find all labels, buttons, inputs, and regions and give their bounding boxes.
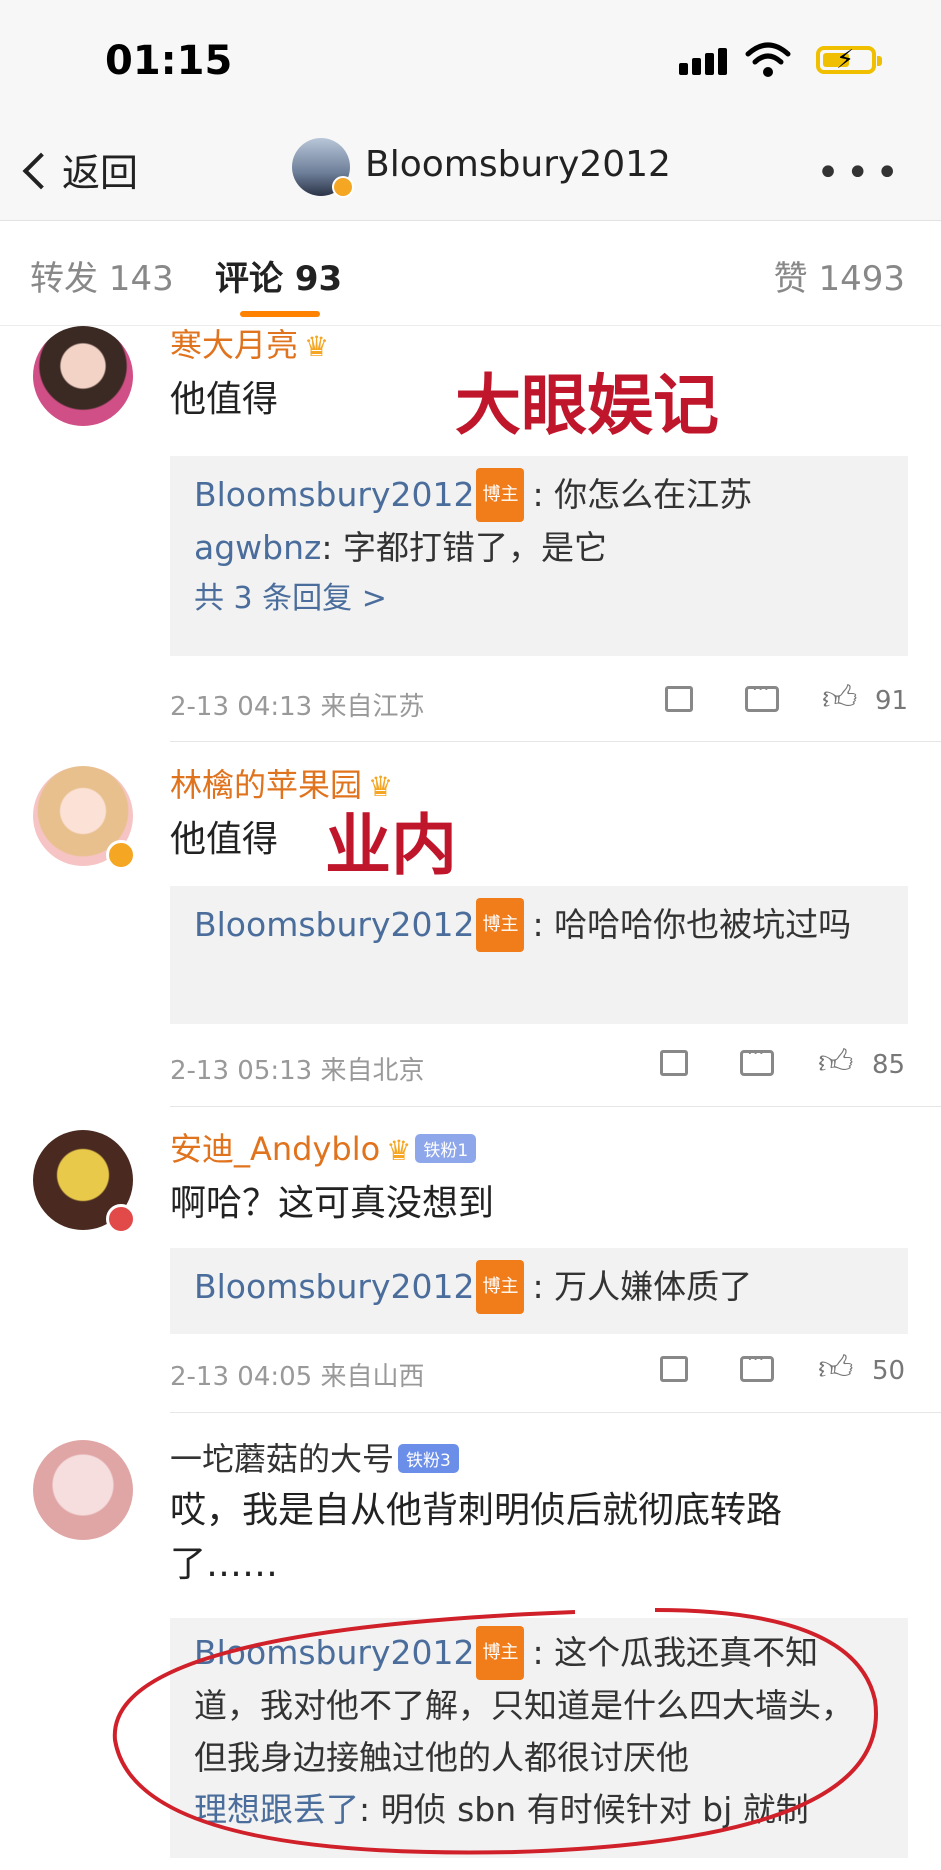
chevron-left-icon	[22, 152, 60, 190]
reply-text: : 你怎么在江苏	[532, 475, 753, 514]
back-button[interactable]: 返回	[22, 142, 139, 197]
page-title[interactable]: Bloomsbury2012	[365, 144, 671, 185]
tab-reposts[interactable]: 转发 143	[30, 251, 174, 300]
comment-icon[interactable]	[740, 1349, 774, 1382]
comment-text: 哎，我是自从他背刺明侦后就彻底转路了……	[170, 1490, 783, 1585]
red-circle-annotation	[112, 1608, 878, 1855]
reply-author[interactable]: Bloomsbury2012	[194, 475, 474, 514]
author-name: 安迪_Andyblo	[170, 1130, 381, 1168]
signal-icon	[679, 48, 731, 75]
comment-text: 啊哈？这可真没想到	[170, 1183, 495, 1224]
host-badge: 博主	[476, 1260, 525, 1314]
avatar[interactable]	[292, 138, 354, 198]
thumbs-up-icon[interactable]: 👍︎	[818, 1348, 854, 1389]
divider	[170, 1412, 941, 1413]
reply-line: agwbnz: 字都打错了，是它	[194, 522, 884, 574]
comment-text: 他值得	[170, 819, 279, 860]
reply-box[interactable]: Bloomsbury2012 博主: 哈哈哈你也被坑过吗	[170, 886, 908, 1024]
thumbs-up-icon[interactable]: 👍︎	[822, 678, 858, 719]
reply-author[interactable]: agwbnz	[194, 528, 321, 567]
tab-bar: 转发 143 评论 93 赞 1493	[0, 221, 941, 326]
status-bar: 01:15 ⚡	[0, 0, 941, 120]
comment-meta: 2-13 04:13 来自江苏	[170, 692, 425, 722]
tab-active-indicator	[240, 311, 320, 317]
comment-author[interactable]: 一坨蘑菇的大号 铁粉3	[170, 1434, 459, 1480]
comment-icon[interactable]	[740, 1043, 774, 1076]
share-icon[interactable]	[660, 1356, 688, 1382]
reply-text: : 字都打错了，是它	[321, 528, 607, 567]
more-menu-button[interactable]: •••	[816, 150, 905, 196]
divider	[170, 741, 941, 742]
crown-icon: ♛	[304, 330, 330, 363]
reply-box[interactable]: Bloomsbury2012 博主: 你怎么在江苏 agwbnz: 字都打错了，是…	[170, 456, 908, 656]
comment-author[interactable]: 安迪_Andyblo ♛ 铁粉1	[170, 1124, 477, 1170]
back-label: 返回	[62, 151, 139, 195]
comment-author[interactable]: 寒大月亮 ♛	[170, 320, 329, 366]
author-name: 一坨蘑菇的大号	[170, 1440, 395, 1478]
avatar[interactable]	[33, 326, 133, 426]
battery-icon: ⚡	[816, 46, 882, 74]
annotation-text: 业内	[325, 807, 457, 884]
host-badge: 博主	[476, 468, 525, 522]
like-count: 91	[875, 686, 909, 716]
share-icon[interactable]	[660, 1050, 688, 1076]
like-count: 85	[872, 1050, 906, 1080]
reply-text: : 万人嫌体质了	[532, 1267, 753, 1306]
fan-badge: 铁粉3	[398, 1444, 459, 1473]
nav-bar: 返回 Bloomsbury2012 •••	[0, 120, 941, 221]
more-replies-link[interactable]: 共 3 条回复 >	[194, 574, 884, 624]
annotation-text: 大眼娱记	[455, 367, 719, 444]
reply-text: : 哈哈哈你也被坑过吗	[532, 905, 852, 944]
reply-line: Bloomsbury2012 博主: 万人嫌体质了	[194, 1260, 884, 1314]
star-badge-icon	[106, 1204, 136, 1234]
reply-author[interactable]: Bloomsbury2012	[194, 905, 474, 944]
tab-comments[interactable]: 评论 93	[215, 251, 342, 300]
fan-badge: 铁粉1	[415, 1134, 477, 1163]
status-time: 01:15	[105, 38, 233, 84]
comment-meta: 2-13 05:13 来自北京	[170, 1056, 425, 1086]
reply-line: Bloomsbury2012 博主: 哈哈哈你也被坑过吗	[194, 898, 884, 952]
comment-text: 他值得	[170, 379, 279, 420]
share-icon[interactable]	[665, 686, 693, 712]
comment-meta: 2-13 04:05 来自山西	[170, 1362, 425, 1392]
host-badge: 博主	[476, 898, 525, 952]
tab-likes[interactable]: 赞 1493	[774, 251, 905, 300]
comment-icon[interactable]	[745, 679, 779, 712]
thumbs-up-icon[interactable]: 👍︎	[818, 1042, 854, 1083]
crown-icon: ♛	[386, 1134, 412, 1167]
reply-line: Bloomsbury2012 博主: 你怎么在江苏	[194, 468, 884, 522]
wifi-icon	[745, 42, 791, 77]
like-count: 50	[872, 1356, 906, 1386]
verified-icon	[332, 176, 354, 198]
reply-box[interactable]: Bloomsbury2012 博主: 万人嫌体质了	[170, 1248, 908, 1334]
reply-author[interactable]: Bloomsbury2012	[194, 1267, 474, 1306]
avatar[interactable]	[33, 1440, 133, 1540]
author-name: 寒大月亮	[170, 326, 299, 364]
verified-icon	[106, 840, 136, 870]
divider	[170, 1106, 941, 1107]
